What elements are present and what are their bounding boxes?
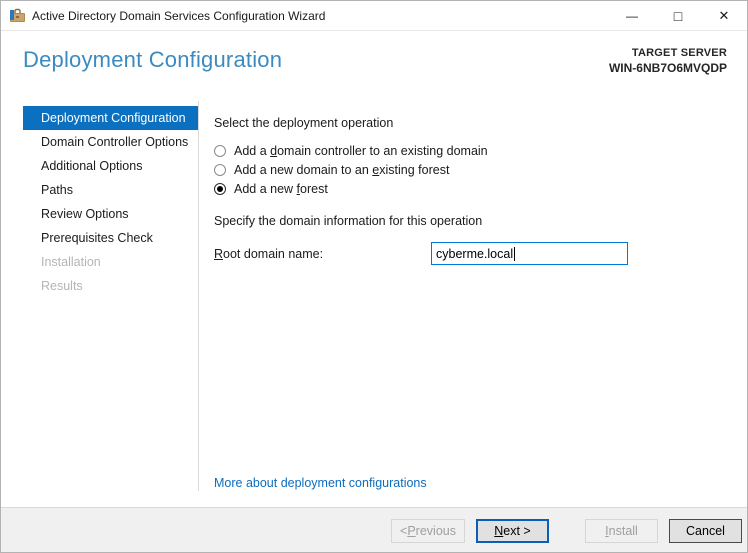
wizard-step-nav: Deployment Configuration Domain Controll… [23, 106, 198, 298]
root-domain-name-label: Root domain name: [214, 247, 323, 261]
radio-circle-selected[interactable] [214, 183, 226, 195]
minimize-button[interactable]: — [609, 1, 655, 30]
radio-label-post: xisting forest [379, 163, 450, 177]
wizard-toolbox-icon [10, 8, 25, 22]
radio-label: Add a new forest [234, 182, 328, 196]
nav-item-domain-controller-options[interactable]: Domain Controller Options [23, 130, 198, 154]
previous-button[interactable]: < Previous [391, 519, 465, 543]
radio-label-pre: Add a [234, 144, 271, 158]
button-label-accel: N [494, 524, 504, 538]
wizard-window: Active Directory Domain Services Configu… [0, 0, 748, 553]
button-label-post: revious [415, 524, 456, 538]
radio-add-new-forest[interactable]: Add a new forest [214, 182, 328, 196]
window-title: Active Directory Domain Services Configu… [32, 8, 326, 23]
close-button[interactable]: ✕ [701, 1, 747, 30]
radio-label-pre: Add a new [234, 182, 297, 196]
nav-item-additional-options[interactable]: Additional Options [23, 154, 198, 178]
page-title: Deployment Configuration [23, 47, 283, 72]
cancel-button[interactable]: Cancel [669, 519, 742, 543]
radio-add-new-domain[interactable]: Add a new domain to an existing forest [214, 163, 449, 177]
nav-item-deployment-configuration[interactable]: Deployment Configuration [23, 106, 198, 130]
radio-label-pre: Add a new domain to an [234, 163, 373, 177]
button-label-post: nstall [608, 524, 638, 538]
root-domain-name-value: cyberme.local [436, 246, 514, 261]
more-about-deployment-link[interactable]: More about deployment configurations [214, 476, 427, 490]
maximize-button[interactable]: □ [655, 1, 701, 30]
radio-circle-unselected[interactable] [214, 145, 226, 157]
wizard-header: Deployment Configuration TARGET SERVER W… [1, 31, 747, 101]
radio-label: Add a new domain to an existing forest [234, 163, 449, 177]
nav-item-results: Results [41, 279, 83, 293]
title-bar: Active Directory Domain Services Configu… [1, 1, 747, 31]
field-label-rest: oot domain name: [223, 247, 324, 261]
domain-section-heading: Specify the domain information for this … [214, 214, 483, 228]
target-server-name: WIN-6NB7O6MVQDP [608, 61, 727, 75]
nav-item-paths[interactable]: Paths [23, 178, 198, 202]
root-domain-name-input[interactable]: cyberme.local [431, 242, 628, 265]
footer-button-bar: < Previous Next > Install Cancel [1, 507, 747, 552]
radio-circle-unselected[interactable] [214, 164, 226, 176]
target-server-block: TARGET SERVER WIN-6NB7O6MVQDP [609, 47, 727, 75]
button-label-post: ext > [503, 524, 531, 538]
nav-item-installation: Installation [41, 255, 101, 269]
window-controls: — □ ✕ [609, 1, 747, 30]
nav-item-prerequisites-check[interactable]: Prerequisites Check [23, 226, 198, 250]
target-server-label: TARGET SERVER [631, 47, 727, 59]
operation-section-heading: Select the deployment operation [214, 116, 394, 130]
install-button[interactable]: Install [585, 519, 658, 543]
button-label-post: Cancel [686, 524, 725, 538]
sidebar-divider [198, 101, 199, 491]
radio-label-post: omain controller to an existing domain [277, 144, 488, 158]
radio-label: Add a domain controller to an existing d… [234, 144, 488, 158]
button-label-pre: < [400, 524, 408, 538]
button-label-accel: P [407, 524, 416, 538]
radio-label-post: orest [300, 182, 328, 196]
radio-add-domain-controller[interactable]: Add a domain controller to an existing d… [214, 144, 488, 158]
next-button[interactable]: Next > [476, 519, 549, 543]
field-label-accel: R [214, 247, 224, 261]
text-caret [514, 246, 516, 261]
nav-item-review-options[interactable]: Review Options [23, 202, 198, 226]
